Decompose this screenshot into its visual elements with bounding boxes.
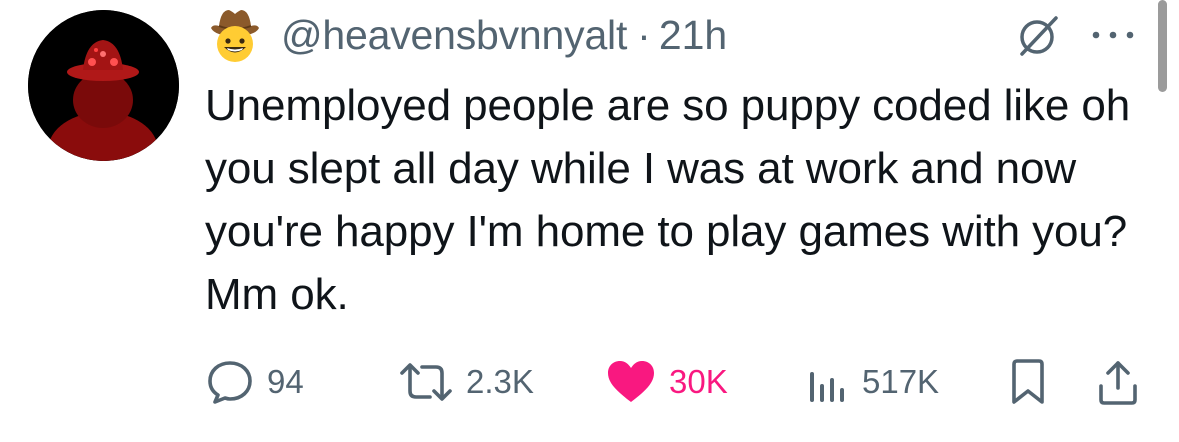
repost-icon [398,357,454,407]
share-button[interactable] [1096,350,1140,414]
tweet-timestamp[interactable]: 21h [659,12,727,59]
like-button[interactable]: 30K [605,350,728,414]
more-icon[interactable] [1086,22,1140,48]
bookmark-button[interactable] [1008,350,1048,414]
author-handle[interactable]: @heavensbvnnyalt [281,12,627,59]
reply-count: 94 [267,363,304,400]
separator-dot: · [637,11,651,58]
repost-button[interactable]: 2.3K [398,350,534,414]
tweet-header: @heavensbvnnyalt · 21h [205,6,727,64]
scrollbar[interactable] [1158,0,1167,92]
reply-button[interactable]: 94 [205,350,304,414]
share-icon [1096,358,1140,406]
heart-icon [605,358,657,406]
views-icon [806,358,850,406]
like-count: 30K [669,363,728,400]
action-bar: 94 2.3K 30K 517K [0,350,1179,414]
views-button[interactable]: 517K [806,350,939,414]
bookmark-icon [1008,358,1048,406]
avatar[interactable] [28,10,179,161]
repost-count: 2.3K [466,363,534,400]
views-count: 517K [862,363,940,400]
reply-icon [205,357,255,407]
cowboy-hat-face-emoji [205,6,265,64]
tweet-text: Unemployed people are so puppy coded lik… [205,81,1131,319]
grok-icon[interactable] [1016,14,1060,58]
